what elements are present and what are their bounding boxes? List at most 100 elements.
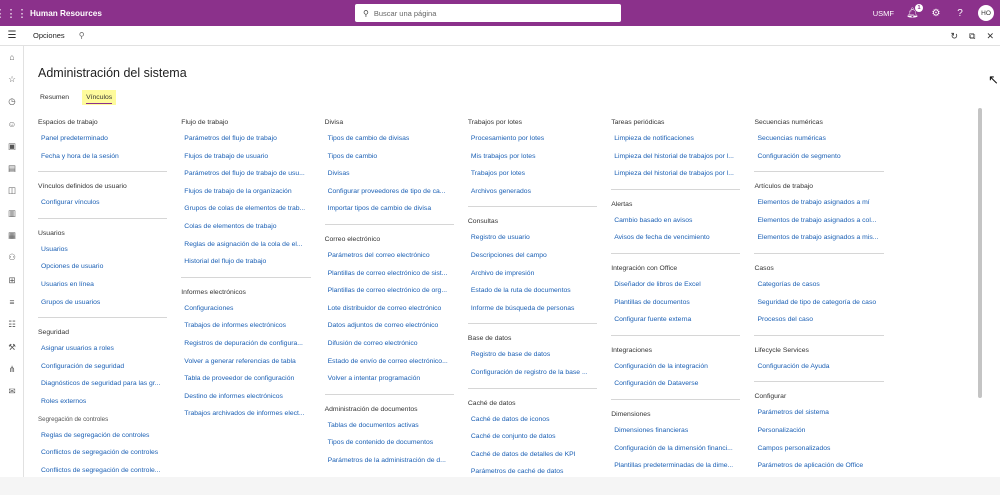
schedule-icon[interactable]: ◫: [0, 180, 24, 202]
nav-link[interactable]: Plantillas de correo electrónico de org.…: [325, 282, 454, 300]
nav-link[interactable]: Grupos de colas de elementos de trab...: [181, 200, 310, 218]
scrollbar[interactable]: [978, 108, 982, 398]
nav-link[interactable]: Configurar fuente externa: [611, 311, 740, 329]
nav-link[interactable]: Conflictos de segregación de controles: [38, 444, 167, 462]
nav-link[interactable]: Tipos de contenido de documentos: [325, 434, 454, 452]
gear-icon[interactable]: ⚙: [930, 8, 942, 19]
settings-list-icon[interactable]: ☷: [0, 314, 24, 336]
tab-resumen[interactable]: Resumen: [38, 90, 71, 105]
nav-link[interactable]: Destino de informes electrónicos: [181, 388, 310, 406]
nav-link[interactable]: Limpieza de notificaciones: [611, 130, 740, 148]
org-icon[interactable]: ⊞: [0, 269, 24, 291]
nav-link[interactable]: Divisas: [325, 165, 454, 183]
nav-link[interactable]: Elementos de trabajo asignados a mis...: [754, 229, 883, 247]
refresh-icon[interactable]: ↻: [950, 31, 958, 42]
nav-link[interactable]: Archivos generados: [468, 183, 597, 201]
nav-link[interactable]: Descripciones del campo: [468, 247, 597, 265]
nav-link[interactable]: Parámetros de caché de datos: [468, 463, 597, 481]
nav-link[interactable]: Grupos de usuarios: [38, 294, 167, 312]
notifications-icon[interactable]: 🔔︎ 1: [906, 3, 923, 19]
nav-link[interactable]: Historial del flujo de trabajo: [181, 253, 310, 271]
nav-link[interactable]: Volver a generar referencias de tabla: [181, 353, 310, 371]
nav-link[interactable]: Limpieza del historial de trabajos por l…: [611, 165, 740, 183]
app-title[interactable]: Human Resources: [30, 9, 102, 18]
nav-link[interactable]: Datos adjuntos de correo electrónico: [325, 317, 454, 335]
nav-link[interactable]: Informe de búsqueda de personas: [468, 300, 597, 318]
hamburger-menu-icon[interactable]: ☰: [0, 30, 24, 41]
home-icon[interactable]: ⌂: [0, 46, 24, 68]
list-icon[interactable]: ≡: [0, 291, 24, 313]
help-icon[interactable]: ?: [954, 8, 966, 19]
nav-link[interactable]: Parámetros del sistema: [754, 404, 883, 422]
nav-link[interactable]: Tabla de proveedor de configuración: [181, 370, 310, 388]
nav-link[interactable]: Estado de envío de correo electrónico...: [325, 353, 454, 371]
nav-link[interactable]: Volver a intentar programación: [325, 370, 454, 388]
nav-link[interactable]: Caché de datos de iconos: [468, 411, 597, 429]
nav-link[interactable]: Diseñador de libros de Excel: [611, 276, 740, 294]
nav-link[interactable]: Panel predeterminado: [38, 130, 167, 148]
nav-link[interactable]: Configuraciones: [181, 300, 310, 318]
nav-link[interactable]: Roles externos: [38, 393, 167, 411]
nav-link[interactable]: Asignar usuarios a roles: [38, 340, 167, 358]
nav-link[interactable]: Categorías de casos: [754, 276, 883, 294]
nav-link[interactable]: Caché de conjunto de datos: [468, 428, 597, 446]
team-icon[interactable]: ⚇: [0, 247, 24, 269]
nav-link[interactable]: Parámetros del flujo de trabajo: [181, 130, 310, 148]
nav-link[interactable]: Elementos de trabajo asignados a mí: [754, 194, 883, 212]
nav-link[interactable]: Lote distribuidor de correo electrónico: [325, 300, 454, 318]
nav-link[interactable]: Trabajos por lotes: [468, 165, 597, 183]
nav-link[interactable]: Plantillas de correo electrónico de sist…: [325, 265, 454, 283]
nav-link[interactable]: Secuencias numéricas: [754, 130, 883, 148]
nav-link[interactable]: Parámetros del flujo de trabajo de usu..…: [181, 165, 310, 183]
nav-link[interactable]: Flujos de trabajo de la organización: [181, 183, 310, 201]
nav-link[interactable]: Campos personalizados: [754, 440, 883, 458]
report-icon[interactable]: ▦: [0, 224, 24, 246]
nav-link[interactable]: Reglas de segregación de controles: [38, 427, 167, 445]
nav-link[interactable]: Fecha y hora de la sesión: [38, 148, 167, 166]
nav-link[interactable]: Configuración de Ayuda: [754, 358, 883, 376]
nav-link[interactable]: Trabajos archivados de informes elect...: [181, 405, 310, 423]
tools-icon[interactable]: ⚒: [0, 336, 24, 358]
favorites-icon[interactable]: ☆: [0, 68, 24, 90]
nav-link[interactable]: Difusión de correo electrónico: [325, 335, 454, 353]
nav-link[interactable]: Configuración de seguridad: [38, 358, 167, 376]
nav-link[interactable]: Tipos de cambio de divisas: [325, 130, 454, 148]
search-input[interactable]: ⚲ Buscar una página: [355, 4, 621, 22]
nav-link[interactable]: Parámetros del correo electrónico: [325, 247, 454, 265]
nav-link[interactable]: Configuración de la dimensión financi...: [611, 440, 740, 458]
nav-link[interactable]: Elementos de trabajo asignados a col...: [754, 212, 883, 230]
nav-link[interactable]: Registro de base de datos: [468, 346, 597, 364]
nav-link[interactable]: Personalización: [754, 422, 883, 440]
nav-link[interactable]: Configuración de registro de la base ...: [468, 364, 597, 382]
people-icon[interactable]: ☺: [0, 113, 24, 135]
nav-link[interactable]: Parámetros de aplicación de Office: [754, 457, 883, 475]
nav-link[interactable]: Diagnósticos de seguridad para las gr...: [38, 375, 167, 393]
nav-link[interactable]: Configurar proveedores de tipo de ca...: [325, 183, 454, 201]
nav-link[interactable]: Limpieza del historial de trabajos por l…: [611, 148, 740, 166]
nav-link[interactable]: Cambio basado en avisos: [611, 212, 740, 230]
company-selector[interactable]: USMF: [873, 9, 894, 18]
nav-link[interactable]: Opciones de usuario: [38, 258, 167, 276]
avatar[interactable]: HO: [978, 5, 994, 21]
nav-link[interactable]: Flujos de trabajo de usuario: [181, 148, 310, 166]
nav-link[interactable]: Procesos del caso: [754, 311, 883, 329]
recent-icon[interactable]: ◷: [0, 91, 24, 113]
nav-link[interactable]: Dimensiones financieras: [611, 422, 740, 440]
nav-link[interactable]: Usuarios: [38, 241, 167, 259]
nav-link[interactable]: Reglas de asignación de la cola de el...: [181, 236, 310, 254]
workspace-icon[interactable]: ▣: [0, 135, 24, 157]
nav-link[interactable]: Registros de depuración de configura...: [181, 335, 310, 353]
options-tab[interactable]: Opciones: [33, 31, 65, 40]
nav-link[interactable]: Configuración de Dataverse: [611, 375, 740, 393]
close-icon[interactable]: ✕: [986, 31, 994, 42]
nav-link[interactable]: Importar tipos de cambio de divisa: [325, 200, 454, 218]
nav-link[interactable]: Mis trabajos por lotes: [468, 148, 597, 166]
nav-link[interactable]: Seguridad de tipo de categoría de caso: [754, 294, 883, 312]
hierarchy-icon[interactable]: ⋔: [0, 358, 24, 380]
nav-link[interactable]: Plantillas de documentos: [611, 294, 740, 312]
nav-link[interactable]: Estado de la ruta de documentos: [468, 282, 597, 300]
nav-link[interactable]: Usuarios en línea: [38, 276, 167, 294]
document-icon[interactable]: ▥: [0, 202, 24, 224]
app-launcher-icon[interactable]: ⋮⋮⋮: [0, 0, 28, 26]
nav-link[interactable]: Parámetros de la administración de d...: [325, 452, 454, 470]
